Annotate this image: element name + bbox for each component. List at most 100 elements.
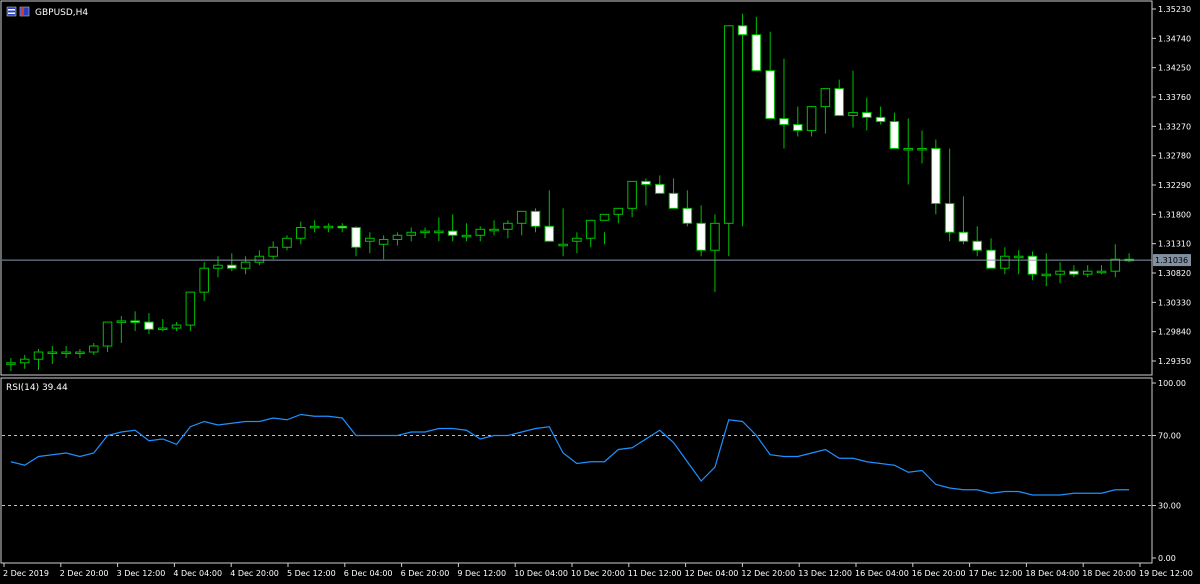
candle-body-bull	[268, 246, 278, 257]
time-tick-label: 9 Dec 12:00	[457, 569, 506, 578]
price-tick-label: 1.32290	[1158, 181, 1191, 190]
candle-body-bear	[337, 225, 347, 229]
candle-body-bull	[323, 225, 334, 229]
candle	[185, 291, 196, 332]
candle-body-bull	[627, 180, 637, 209]
mt-chart-window[interactable]: GBPUSD,H4 RSI(14) 39.44 1.35230 1.34740 1.…	[0, 0, 1200, 584]
price-tick-label: 1.29840	[1158, 328, 1191, 337]
rsi-title: RSI(14) 39.44	[6, 383, 68, 393]
candle-body-bull	[1110, 258, 1121, 272]
time-tick-label: 16 Dec 20:00	[912, 569, 966, 578]
candle-body-bull	[171, 324, 182, 329]
candle-body-bull	[848, 112, 858, 117]
time-tick-label: 19 Dec 12:00	[1139, 569, 1193, 578]
candle-body-bull	[185, 291, 196, 326]
price-tick-label: 1.30820	[1158, 269, 1191, 278]
price-tick-label: 1.29350	[1158, 357, 1191, 366]
candle-body-bull	[1082, 270, 1093, 275]
chart-title: GBPUSD,H4	[35, 8, 88, 18]
price-tick-label: 1.34250	[1158, 64, 1191, 73]
candle-body-bull	[102, 321, 113, 347]
candle-body-bull	[1013, 255, 1024, 259]
candle-body-bull	[820, 88, 831, 108]
candle-body-bear	[530, 210, 541, 227]
candle-body-bull	[1096, 270, 1107, 274]
candle-body-bull	[157, 327, 168, 331]
candle-body-bear	[986, 249, 996, 269]
candle-body-bull	[1055, 270, 1065, 275]
time-tick-label: 4 Dec 20:00	[230, 569, 279, 578]
candle-body-bull	[434, 230, 444, 234]
candle-body-bear	[351, 227, 361, 248]
candle-body-bull	[599, 213, 610, 221]
candle-body-bear	[668, 192, 679, 209]
candle-body-bear	[1069, 270, 1079, 275]
candle-body-bear	[958, 231, 969, 242]
price-tick-label: 1.33760	[1158, 93, 1191, 102]
candle-body-bull	[296, 227, 306, 239]
time-tick-label: 17 Dec 12:00	[969, 569, 1023, 578]
candle-body-bull	[378, 238, 389, 245]
candle-body-bull	[1000, 255, 1010, 269]
candle	[723, 25, 734, 257]
time-tick-label: 13 Dec 12:00	[798, 569, 852, 578]
time-tick-label: 2 Dec 20:00	[60, 569, 109, 578]
candle-body-bear	[696, 222, 706, 251]
candle-body-bull	[917, 147, 927, 151]
candle-body-bull	[503, 222, 513, 230]
candle-body-bear	[875, 116, 886, 123]
candle-body-bull	[613, 207, 624, 215]
candle-body-bear	[889, 121, 900, 149]
time-tick-label: 2 Dec 2019	[3, 569, 49, 578]
candle-body-bear	[779, 118, 789, 126]
time-tick-label: 5 Dec 12:00	[287, 569, 336, 578]
candle-body-bull	[489, 228, 499, 232]
candle-body-bull	[61, 351, 71, 355]
candle-body-bull	[6, 362, 16, 365]
candle-body-bear	[1027, 255, 1038, 275]
candle-body-bull	[33, 351, 44, 360]
candle-body-bull	[392, 234, 403, 240]
candle-body-bull	[806, 106, 817, 132]
candle-body-bull	[365, 237, 375, 242]
candle-body-bull	[1041, 273, 1052, 277]
candle-body-bull	[240, 261, 251, 269]
bid-price-label: 1.31036	[1155, 256, 1188, 265]
candle-body-bull	[282, 237, 292, 248]
price-tick-label: 1.30330	[1158, 298, 1191, 307]
time-tick-label: 6 Dec 20:00	[401, 569, 450, 578]
candle-body-bull	[585, 219, 596, 239]
price-tick-label: 1.32780	[1158, 152, 1191, 161]
time-tick-label: 4 Dec 04:00	[173, 569, 222, 578]
candle	[931, 139, 941, 215]
candle-body-bull	[88, 345, 99, 353]
candle-body-bull	[75, 351, 85, 355]
time-tick-label: 12 Dec 20:00	[741, 569, 795, 578]
candle-body-bull	[461, 234, 472, 238]
candle-body-bull	[710, 222, 720, 251]
time-tick-label: 10 Dec 20:00	[571, 569, 625, 578]
candle-body-bear	[227, 264, 237, 269]
price-tick-label: 1.31310	[1158, 240, 1191, 249]
candle-body-bull	[309, 225, 320, 229]
candle-body-bear	[144, 321, 154, 330]
candle-body-bear	[834, 88, 844, 117]
price-tick-label: 1.33270	[1158, 122, 1191, 131]
candle-body-bull	[47, 351, 58, 355]
rsi-tick-label: 0.00	[1158, 554, 1176, 563]
candle-body-bear	[862, 112, 872, 118]
time-tick-label: 16 Dec 04:00	[855, 569, 909, 578]
candle-body-bear	[682, 207, 693, 224]
candle-body-bull	[572, 237, 582, 242]
candle-body-bull	[116, 320, 127, 323]
rsi-tick-label: 70.00	[1158, 432, 1181, 441]
time-tick-label: 11 Dec 12:00	[628, 569, 682, 578]
rsi-tick-label: 30.00	[1158, 502, 1181, 511]
candle-body-bear	[972, 240, 983, 251]
candle-body-bull	[420, 230, 430, 234]
price-tick-label: 1.34740	[1158, 34, 1191, 43]
candle-body-bull	[213, 264, 223, 269]
candle-body-bull	[19, 358, 30, 364]
price-tick-label: 1.31800	[1158, 210, 1191, 219]
rsi-tick-label: 100.00	[1158, 379, 1186, 388]
